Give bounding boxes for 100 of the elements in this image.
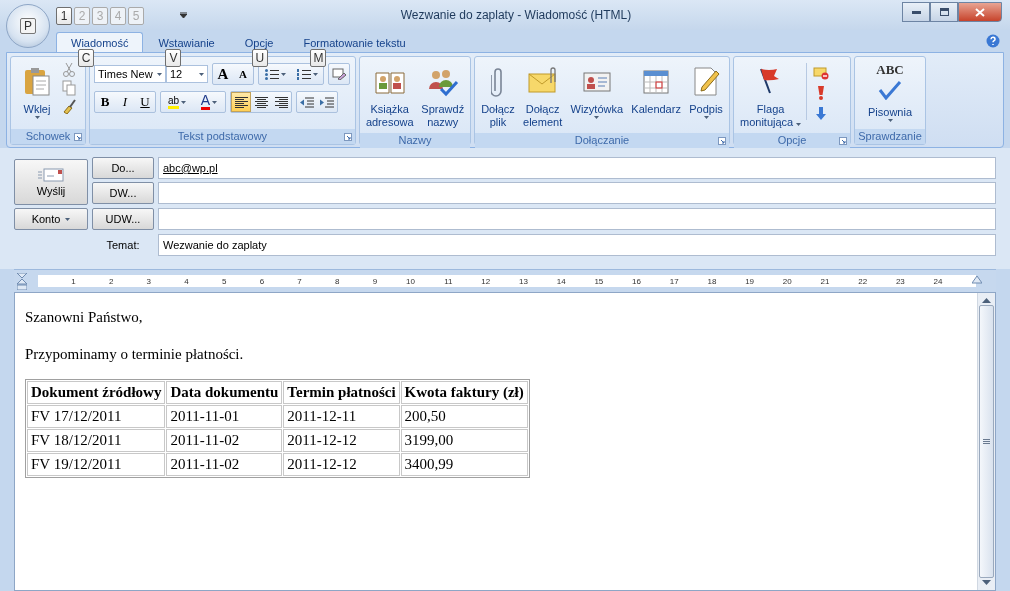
caret-icon xyxy=(280,72,286,76)
ruler-number: 20 xyxy=(781,276,792,286)
address-button[interactable]: DW... xyxy=(92,182,154,204)
dialog-launcher-icon[interactable] xyxy=(74,133,82,141)
align-lines-icon xyxy=(234,96,248,108)
keytip: 3 xyxy=(92,7,108,25)
paperclip-icon xyxy=(490,65,505,97)
ruler-number: 21 xyxy=(819,276,830,286)
recipient-field[interactable] xyxy=(158,182,996,204)
recipient-field[interactable]: abc@wp.pl xyxy=(158,157,996,179)
help-icon[interactable] xyxy=(986,34,1000,48)
styles-button[interactable] xyxy=(328,63,350,85)
underline-button[interactable]: U xyxy=(135,92,155,112)
spelling-button[interactable]: ABC Pisownia xyxy=(865,59,915,124)
table-cell: FV 18/12/2011 xyxy=(27,429,166,452)
business-card-button[interactable]: Wizytówka xyxy=(567,59,627,121)
ruler-number: 1 xyxy=(70,276,76,286)
caret-icon xyxy=(212,100,218,104)
calendar-button[interactable]: Kalendarz xyxy=(628,59,684,118)
ruler-number: 3 xyxy=(145,276,152,286)
ruler-number: 14 xyxy=(555,276,566,286)
paintbrush-icon xyxy=(62,98,76,114)
attach-item-button[interactable]: Dołącz element xyxy=(520,59,566,131)
ruler-number: 8 xyxy=(334,276,340,286)
align-lines-icon xyxy=(254,96,268,108)
caret-icon xyxy=(594,116,600,119)
keytip: U xyxy=(251,49,268,67)
ruler-number: 2 xyxy=(107,276,114,286)
maximize-button[interactable] xyxy=(930,2,958,22)
dialog-launcher-icon[interactable] xyxy=(839,137,847,145)
group-label: Nazwy xyxy=(360,133,470,148)
ribbon-tab[interactable]: Opcje xyxy=(229,32,289,52)
caret-icon xyxy=(199,72,204,76)
send-button[interactable]: Wyślij xyxy=(14,159,88,205)
font-color-button[interactable]: A xyxy=(193,92,225,112)
scrollbar[interactable] xyxy=(977,293,995,590)
ribbon-tab[interactable]: Formatowanie tekstu xyxy=(288,32,421,52)
ruler-number: 6 xyxy=(258,276,265,286)
table-cell: 200,50 xyxy=(400,405,528,428)
paste-button[interactable]: Wklej xyxy=(14,59,60,121)
message-paragraph: Przypominamy o terminie płatności. xyxy=(25,346,245,363)
ruler-number: 4 xyxy=(183,276,189,286)
caret-icon xyxy=(157,72,162,76)
dialog-launcher-icon[interactable] xyxy=(718,137,726,145)
ribbon-tab[interactable]: Wiadomość xyxy=(56,32,144,52)
highlight-button[interactable]: ab xyxy=(161,92,193,112)
dialog-launcher-icon[interactable] xyxy=(344,133,352,141)
column-header: Data dokumentu xyxy=(166,381,283,404)
caret-icon xyxy=(796,123,802,126)
column-header: Termin płatności xyxy=(283,381,400,404)
ruler-number: 15 xyxy=(593,276,604,286)
envelope-icon xyxy=(38,167,64,182)
subject-field[interactable]: Wezwanie do zaplaty xyxy=(158,234,996,256)
table-cell: 2011-11-02 xyxy=(166,429,283,452)
scroll-down-icon[interactable] xyxy=(982,580,991,586)
caret-icon xyxy=(65,217,71,221)
recipient-field[interactable] xyxy=(158,208,996,230)
bullets-icon xyxy=(264,68,279,80)
table-cell: 3400,99 xyxy=(400,453,528,476)
address-button[interactable]: UDW... xyxy=(92,208,154,230)
check-names-button[interactable]: Sprawdź nazwy xyxy=(418,59,467,131)
attach-file-button[interactable]: Dołącz plik xyxy=(478,59,518,131)
keytip: 1 xyxy=(56,7,72,25)
group-label: Schowek xyxy=(11,129,85,144)
column-header: Dokument źródłowy xyxy=(27,381,166,404)
scroll-up-icon[interactable] xyxy=(982,297,991,303)
ribbon-tab[interactable]: Wstawianie xyxy=(143,32,230,52)
font-name-field[interactable]: Times New xyxy=(94,65,166,83)
indent-icon xyxy=(320,96,334,108)
italic-button[interactable]: I xyxy=(115,92,135,112)
table-cell: 2011-12-12 xyxy=(283,453,400,476)
indent-marker-icon[interactable] xyxy=(17,273,27,290)
grow-font-button[interactable]: A xyxy=(213,64,233,84)
minimize-button[interactable] xyxy=(902,2,930,22)
font-size-field[interactable]: 12 xyxy=(166,65,208,83)
eraser-icon xyxy=(332,68,346,80)
right-indent-marker-icon[interactable] xyxy=(972,276,982,284)
keytip: C xyxy=(78,49,94,67)
ruler-number: 12 xyxy=(480,276,491,286)
caret-icon xyxy=(181,100,187,104)
address-book-button[interactable]: Książka adresowa xyxy=(363,59,417,131)
signature-button[interactable]: Podpis xyxy=(686,59,726,121)
align-left-button[interactable] xyxy=(231,92,251,112)
grip-icon xyxy=(983,438,990,445)
office-button[interactable]: P xyxy=(6,4,50,48)
ruler-number: 19 xyxy=(744,276,755,286)
close-button[interactable] xyxy=(958,2,1002,22)
ruler-number: 16 xyxy=(631,276,641,286)
ruler-number: 22 xyxy=(857,276,868,286)
address-button[interactable]: Do... xyxy=(92,157,154,179)
keytip: 5 xyxy=(128,7,144,25)
indent-icon xyxy=(300,96,314,108)
bold-button[interactable]: B xyxy=(95,92,115,112)
envelope-blocked-icon xyxy=(813,66,830,80)
caret-icon xyxy=(887,119,893,122)
minimize-icon xyxy=(911,10,921,14)
account-button[interactable]: Konto xyxy=(14,208,88,230)
shrink-font-button[interactable]: A xyxy=(233,64,253,84)
customize-toolbar-icon[interactable] xyxy=(180,12,187,18)
ruler-number: 24 xyxy=(932,276,943,286)
